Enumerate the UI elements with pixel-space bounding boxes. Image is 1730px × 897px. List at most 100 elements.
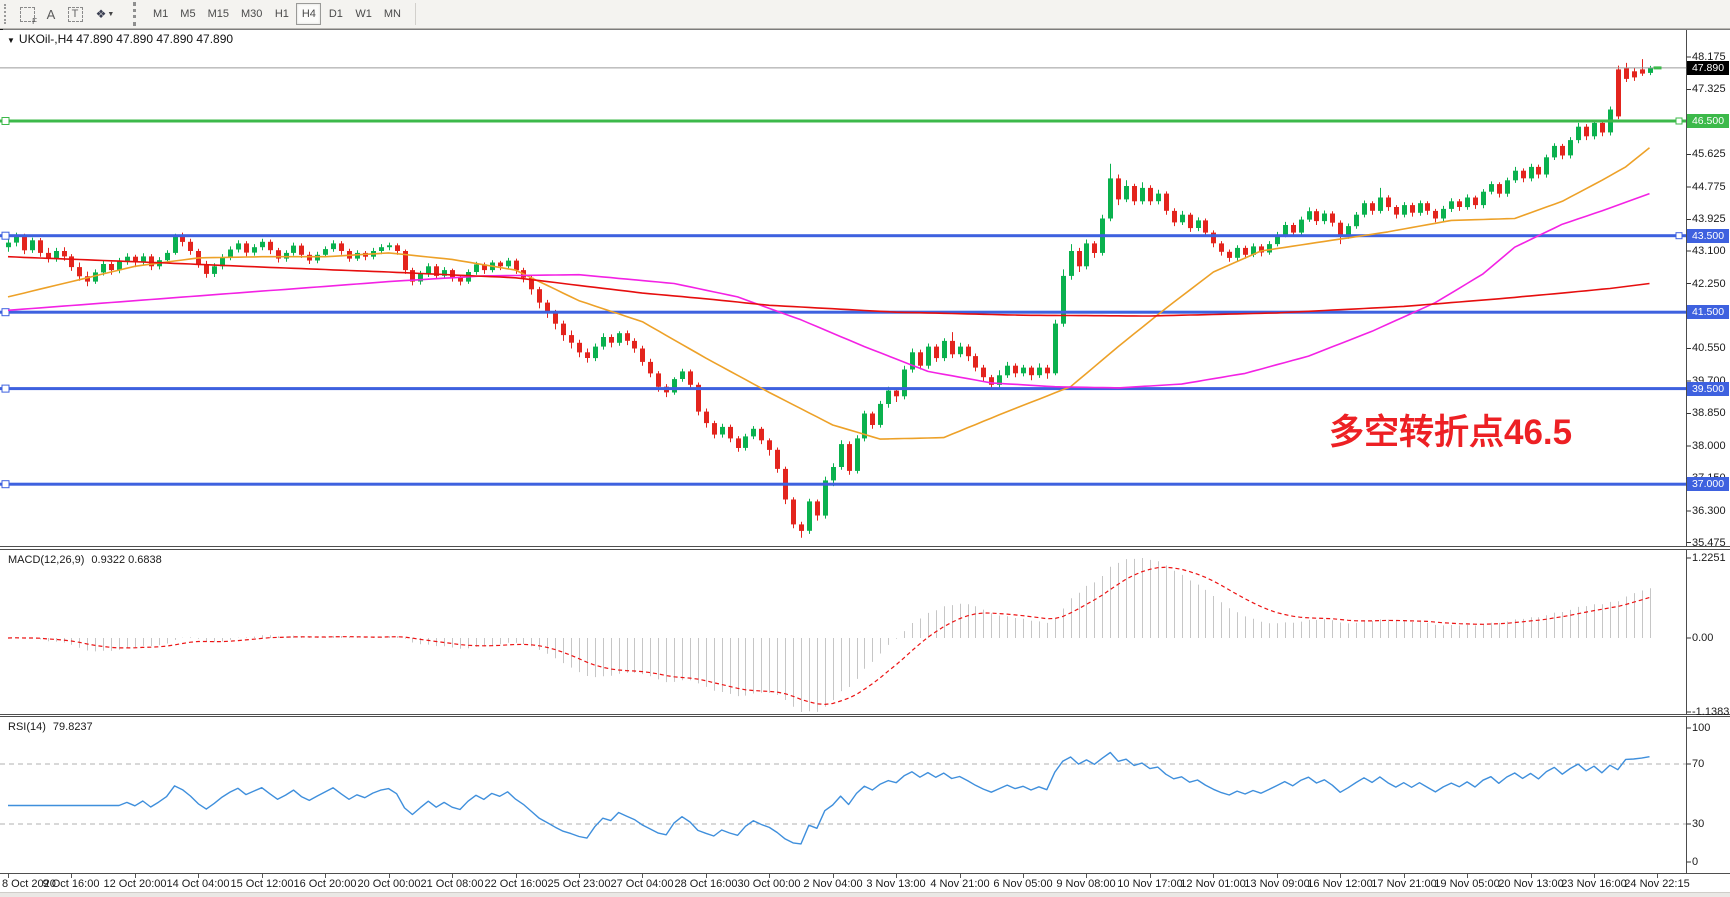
hline-handle[interactable]	[1676, 233, 1682, 239]
macd-name: MACD(12,26,9)	[8, 554, 84, 566]
macd-values: 0.9322 0.6838	[91, 554, 161, 566]
price-tick-label: 47.325	[1692, 83, 1726, 95]
macd-tick-label: 0.00	[1692, 632, 1713, 644]
price-tick-label: 40.550	[1692, 342, 1726, 354]
hline-price-badge: 37.000	[1687, 477, 1729, 491]
time-tick-label: 9 Nov 08:00	[1056, 878, 1115, 890]
macd-indicator-label: MACD(12,26,9) 0.9322 0.6838	[8, 554, 162, 566]
last-close-tick	[1654, 66, 1662, 69]
hline-handle[interactable]	[2, 385, 9, 392]
toolbar-drag-grip[interactable]	[4, 4, 11, 24]
timeframe-M1[interactable]: M1	[148, 3, 173, 25]
macd-panel[interactable]	[0, 550, 1730, 714]
hline-handle[interactable]	[2, 118, 9, 125]
timeframe-M15[interactable]: M15	[203, 3, 234, 25]
time-tick-label: 12 Oct 20:00	[104, 878, 167, 890]
ma-slow-red	[8, 257, 1650, 316]
annotation-text[interactable]: 多空转折点46.5	[1329, 404, 1572, 455]
time-tick-label: 19 Nov 05:00	[1434, 878, 1499, 890]
time-tick-label: 30 Oct 00:00	[738, 878, 801, 890]
time-tick-label: 24 Nov 22:15	[1624, 878, 1689, 890]
toolbar-drag-grip[interactable]	[133, 2, 141, 26]
shapes-tool-icon[interactable]: ❖ ▼	[87, 2, 123, 26]
hline-price-badge: 46.500	[1687, 114, 1729, 128]
hline-handle[interactable]	[1676, 118, 1682, 124]
diamonds-icon: ❖	[96, 7, 105, 21]
rsi-name: RSI(14)	[8, 721, 46, 733]
price-tick-label: 38.850	[1692, 407, 1726, 419]
timeframe-W1[interactable]: W1	[350, 3, 377, 25]
hline-handle[interactable]	[2, 232, 9, 239]
time-tick-label: 15 Oct 12:00	[231, 878, 294, 890]
timeframe-M5[interactable]: M5	[175, 3, 200, 25]
rsi-tick-label: 30	[1692, 818, 1704, 830]
timeframe-H1[interactable]: H1	[269, 3, 294, 25]
price-tick-label: 43.925	[1692, 213, 1726, 225]
toolbar: F A T ❖ ▼ M1M5M15M30H1H4D1W1MN	[0, 0, 1730, 29]
time-tick-label: 27 Oct 04:00	[611, 878, 674, 890]
hline-price-badge: 41.500	[1687, 305, 1729, 319]
f-subscript-label: F	[32, 17, 37, 26]
timeframe-MN[interactable]: MN	[379, 3, 406, 25]
mt4-window: F A T ❖ ▼ M1M5M15M30H1H4D1W1MN ▼ UKOil-,H…	[0, 0, 1730, 897]
hline-handle[interactable]	[2, 309, 9, 316]
support-resistance-line[interactable]	[0, 234, 1686, 237]
text-label-tool-icon[interactable]: T	[63, 2, 87, 26]
time-tick-label: 17 Nov 21:00	[1371, 878, 1436, 890]
time-tick-label: 23 Nov 16:00	[1561, 878, 1626, 890]
text-tool-icon[interactable]: A	[39, 2, 63, 26]
chevron-down-icon: ▼	[107, 11, 114, 18]
support-resistance-line[interactable]	[0, 387, 1686, 390]
time-tick-label: 20 Oct 00:00	[358, 878, 421, 890]
rsi-tick-label: 100	[1692, 722, 1710, 734]
time-tick-label: 12 Nov 01:00	[1180, 878, 1245, 890]
hline-price-badge: 43.500	[1687, 229, 1729, 243]
price-tick-label: 44.775	[1692, 181, 1726, 193]
timeframe-D1[interactable]: D1	[323, 3, 348, 25]
main-chart-panel[interactable]	[0, 30, 1730, 546]
rsi-line	[8, 753, 1650, 844]
price-tick-label: 43.100	[1692, 245, 1726, 257]
time-tick-label: 10 Nov 17:00	[1117, 878, 1182, 890]
macd-tick-label: -1.1383	[1692, 706, 1729, 718]
rsi-tick-label: 70	[1692, 758, 1704, 770]
support-resistance-line[interactable]	[0, 120, 1686, 123]
current-price-badge: 47.890	[1687, 61, 1729, 75]
time-tick-label: 9 Oct 16:00	[43, 878, 100, 890]
time-tick-label: 28 Oct 16:00	[675, 878, 738, 890]
time-axis: 8 Oct 20209 Oct 16:0012 Oct 20:0014 Oct …	[0, 874, 1730, 892]
time-tick-label: 16 Nov 12:00	[1307, 878, 1372, 890]
rsi-value: 79.8237	[53, 721, 93, 733]
timeframe-H4[interactable]: H4	[296, 3, 321, 25]
hline-handle[interactable]	[2, 481, 9, 488]
time-tick-label: 2 Nov 04:00	[803, 878, 862, 890]
time-tick-label: 3 Nov 13:00	[866, 878, 925, 890]
macd-signal-line	[8, 567, 1650, 704]
time-tick-label: 14 Oct 04:00	[167, 878, 230, 890]
time-tick-label: 16 Oct 20:00	[294, 878, 357, 890]
price-tick-label: 38.000	[1692, 440, 1726, 452]
time-tick-label: 4 Nov 21:00	[930, 878, 989, 890]
price-tick-label: 36.300	[1692, 505, 1726, 517]
time-tick-label: 13 Nov 09:00	[1244, 878, 1309, 890]
rsi-panel[interactable]	[0, 717, 1730, 874]
price-tick-label: 35.475	[1692, 537, 1726, 549]
macd-tick-label: 1.2251	[1692, 552, 1726, 564]
support-resistance-line[interactable]	[0, 483, 1686, 486]
chart-title-text: UKOil-,H4 47.890 47.890 47.890 47.890	[19, 32, 233, 46]
chart-title[interactable]: ▼ UKOil-,H4 47.890 47.890 47.890 47.890	[7, 32, 233, 46]
hline-price-badge: 39.500	[1687, 382, 1729, 396]
horizontal-scroll-strip[interactable]	[0, 892, 1730, 897]
candles-layer	[6, 59, 1653, 538]
rsi-tick-label: 0	[1692, 856, 1698, 868]
timeframe-group: M1M5M15M30H1H4D1W1MN	[147, 3, 407, 25]
rsi-indicator-label: RSI(14) 79.8237	[8, 721, 93, 733]
ma-fast-orange	[8, 148, 1650, 439]
time-tick-label: 22 Oct 16:00	[485, 878, 548, 890]
toolbar-separator	[415, 3, 416, 25]
collapse-arrow-icon[interactable]: ▼	[7, 36, 15, 45]
timeframe-M30[interactable]: M30	[236, 3, 267, 25]
time-tick-label: 6 Nov 05:00	[993, 878, 1052, 890]
support-resistance-line[interactable]	[0, 311, 1686, 314]
dashed-frame-f-tool-icon[interactable]: F	[15, 2, 39, 26]
